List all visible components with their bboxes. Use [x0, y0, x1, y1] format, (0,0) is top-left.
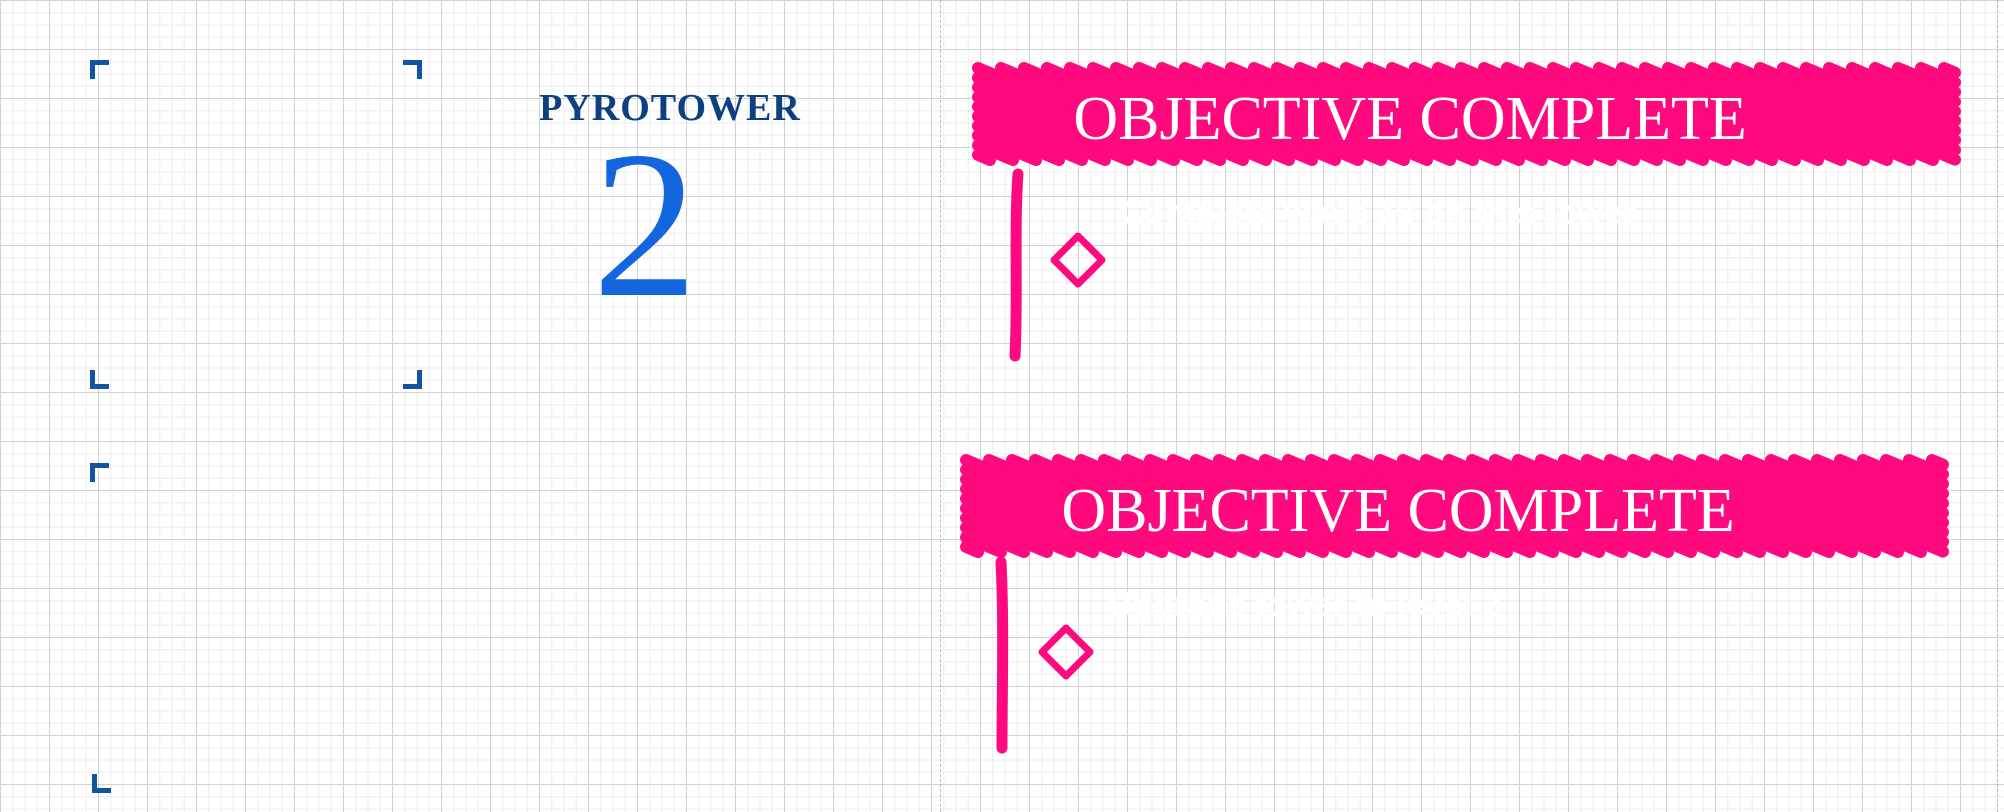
- frame-corner-top-right: [403, 60, 422, 79]
- objective-banner-text: OBJECTIVE COMPLETE: [1061, 477, 1735, 545]
- objective-detail: Upgrade tower to level 2: [1108, 586, 1501, 624]
- diamond-icon: [1038, 624, 1094, 680]
- game-canvas: PYROTOWER 2 OBJECTIVE COMPLETE Complete …: [0, 0, 2004, 812]
- frame-corner-top-left: [90, 463, 109, 482]
- frame-corner-bottom-left: [90, 370, 109, 389]
- objective-banner-text: OBJECTIVE COMPLETE: [1073, 85, 1747, 153]
- diamond-icon: [1050, 232, 1106, 288]
- frame-corner-bottom-left: [92, 774, 111, 793]
- frame-corner-bottom-right: [403, 370, 422, 389]
- scribble-stroke: [1926, 454, 1949, 471]
- scribble-stroke: [1938, 62, 1961, 79]
- panel-edge: [1997, 0, 1998, 812]
- objective-detail: Complete wave 10 on this tower: [1120, 194, 1636, 232]
- frame-corner-top-left: [90, 60, 109, 79]
- objective-card: OBJECTIVE COMPLETE Complete wave 10 on t…: [970, 60, 1970, 362]
- panel-divider: [940, 0, 941, 812]
- tower-level: 2: [592, 109, 698, 341]
- objective-card: OBJECTIVE COMPLETE Upgrade tower to leve…: [958, 452, 1958, 754]
